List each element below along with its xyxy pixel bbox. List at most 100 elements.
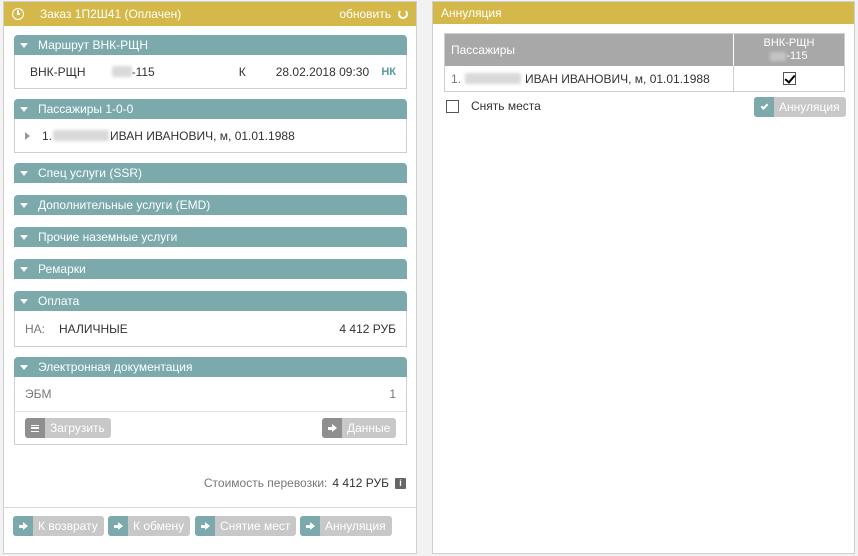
data-button-label: Данные [347, 421, 391, 435]
refresh-button[interactable]: обновить [339, 7, 408, 21]
route-section-header[interactable]: Маршрут ВНК-РЩН [14, 35, 407, 55]
arrow-right-icon [200, 522, 210, 530]
blurred-flight [111, 66, 132, 77]
caret-down-icon [20, 364, 28, 370]
cancel-button[interactable]: Аннуляция [300, 516, 392, 536]
ssr-section: Спец услуги (SSR) [14, 163, 407, 183]
caret-down-icon [20, 106, 28, 112]
emd-section: Дополнительные услуги (EMD) [14, 195, 407, 215]
annul-header: Аннуляция [433, 2, 854, 24]
refresh-icon [398, 9, 408, 19]
remarks-section: Ремарки [14, 259, 407, 279]
annul-table: Пассажиры ВНК-РЩН -115 1. ИВАН ИВАНОВИЧ,… [444, 33, 845, 92]
annul-checkbox[interactable] [782, 72, 796, 85]
unseat-button-label: Снятие мест [220, 519, 291, 533]
arrow-right-icon [113, 522, 123, 530]
edoc-count: 1 [389, 387, 396, 401]
edoc-section-header[interactable]: Электронная документация [14, 357, 407, 377]
route-datetime: 28.02.2018 09:30 [275, 64, 370, 79]
order-panel: Заказ 1П2Ш41 (Оплачен) обновить Маршрут … [3, 1, 417, 554]
cost-value: 4 412 РУБ [332, 476, 389, 490]
caret-down-icon [20, 266, 28, 272]
route-status: НК [381, 65, 396, 78]
passengers-section-header[interactable]: Пассажиры 1-0-0 [14, 99, 407, 119]
payment-row: НА: НАЛИЧНЫЕ 4 412 РУБ [15, 311, 406, 346]
passenger-name: ИВАН ИВАНОВИЧ, м, 01.01.1988 [110, 128, 295, 143]
edoc-row: ЭБМ 1 [15, 377, 406, 412]
route-flight-suffix: -115 [131, 64, 155, 79]
edoc-title: Электронная документация [38, 360, 193, 374]
blurred-flight [770, 51, 787, 61]
route-section: Маршрут ВНК-РЩН ВНК-РЩН -115 К 28.02.201… [14, 35, 407, 89]
footer-divider [4, 507, 416, 508]
col-flight-label: -115 [786, 50, 808, 62]
payment-amount: 4 412 РУБ [339, 321, 396, 336]
info-icon[interactable]: i [395, 477, 406, 489]
expand-icon[interactable] [25, 131, 30, 140]
passenger-row[interactable]: 1. ИВАН ИВАНОВИЧ, м, 01.01.1988 [15, 119, 406, 152]
caret-down-icon [20, 170, 28, 176]
remove-seats-label: Снять места [471, 99, 541, 113]
clock-icon [12, 8, 24, 20]
remove-seats-checkbox[interactable] [446, 99, 459, 113]
arrow-right-icon [18, 522, 28, 530]
annul-row-num: 1. [451, 71, 462, 86]
col-passengers: Пассажиры [445, 34, 734, 66]
arrow-right-icon [305, 522, 315, 530]
col-route-label: ВНК-РЩН [763, 37, 815, 49]
unseat-button[interactable]: Снятие мест [195, 516, 297, 536]
annul-row-text: ИВАН ИВАНОВИЧ, м, 01.01.1988 [525, 71, 710, 86]
cancel-button-label: Аннуляция [325, 519, 386, 533]
emd-section-header[interactable]: Дополнительные услуги (EMD) [14, 195, 407, 215]
annul-panel: Аннуляция Пассажиры ВНК-РЩН -115 1. ИВАН… [432, 1, 855, 554]
refund-button[interactable]: К возврату [13, 516, 104, 536]
load-button[interactable]: Загрузить [25, 418, 111, 438]
annul-button[interactable]: Аннуляция [754, 97, 846, 117]
arrow-right-icon [327, 424, 337, 432]
passenger-num: 1. [42, 128, 53, 143]
ground-section: Прочие наземные услуги [14, 227, 407, 247]
annul-title: Аннуляция [441, 6, 502, 20]
remarks-title: Ремарки [38, 262, 86, 276]
data-button[interactable]: Данные [322, 418, 397, 438]
order-header: Заказ 1П2Ш41 (Оплачен) обновить [4, 2, 416, 26]
payment-label: НА: [25, 321, 46, 336]
ssr-title: Спец услуги (SSR) [38, 166, 142, 180]
refresh-label: обновить [339, 7, 391, 21]
annul-row: 1. ИВАН ИВАНОВИЧ, м, 01.01.1988 [445, 66, 844, 91]
annul-table-header: Пассажиры ВНК-РЩН -115 [445, 34, 844, 66]
col-route: ВНК-РЩН -115 [734, 34, 844, 66]
check-icon [760, 102, 768, 110]
exchange-button[interactable]: К обмену [108, 516, 191, 536]
route-title: Маршрут ВНК-РЩН [38, 38, 149, 52]
remove-seats-option[interactable]: Снять места [446, 99, 541, 113]
ground-section-header[interactable]: Прочие наземные услуги [14, 227, 407, 247]
caret-down-icon [20, 42, 28, 48]
route-from-to: ВНК-РЩН [30, 64, 86, 79]
ground-title: Прочие наземные услуги [38, 230, 178, 244]
passengers-title: Пассажиры 1-0-0 [38, 102, 134, 116]
edoc-label: ЭБМ [25, 387, 52, 401]
order-title: Заказ 1П2Ш41 (Оплачен) [40, 7, 182, 21]
edoc-section: Электронная документация ЭБМ 1 Загрузить… [14, 357, 407, 445]
caret-down-icon [20, 234, 28, 240]
passengers-section: Пассажиры 1-0-0 1. ИВАН ИВАНОВИЧ, м, 01.… [14, 99, 407, 153]
refund-button-label: К возврату [38, 519, 98, 533]
emd-title: Дополнительные услуги (EMD) [38, 198, 211, 212]
menu-icon [31, 424, 39, 432]
payment-section: Оплата НА: НАЛИЧНЫЕ 4 412 РУБ [14, 291, 407, 347]
ssr-section-header[interactable]: Спец услуги (SSR) [14, 163, 407, 183]
cost-label: Стоимость перевозки: [203, 476, 328, 490]
annul-passenger-cell: 1. ИВАН ИВАНОВИЧ, м, 01.01.1988 [445, 66, 734, 91]
caret-down-icon [20, 298, 28, 304]
remarks-section-header[interactable]: Ремарки [14, 259, 407, 279]
cost-line: Стоимость перевозки: 4 412 РУБ i [204, 476, 406, 490]
route-row: ВНК-РЩН -115 К 28.02.2018 09:30 НК [15, 55, 406, 88]
route-class: К [238, 64, 246, 79]
payment-section-header[interactable]: Оплата [14, 291, 407, 311]
payment-method: НАЛИЧНЫЕ [59, 321, 128, 336]
blurred-name [465, 73, 522, 84]
annul-button-label: Аннуляция [779, 100, 840, 114]
blurred-name [53, 130, 110, 141]
annul-check-cell [734, 66, 844, 91]
